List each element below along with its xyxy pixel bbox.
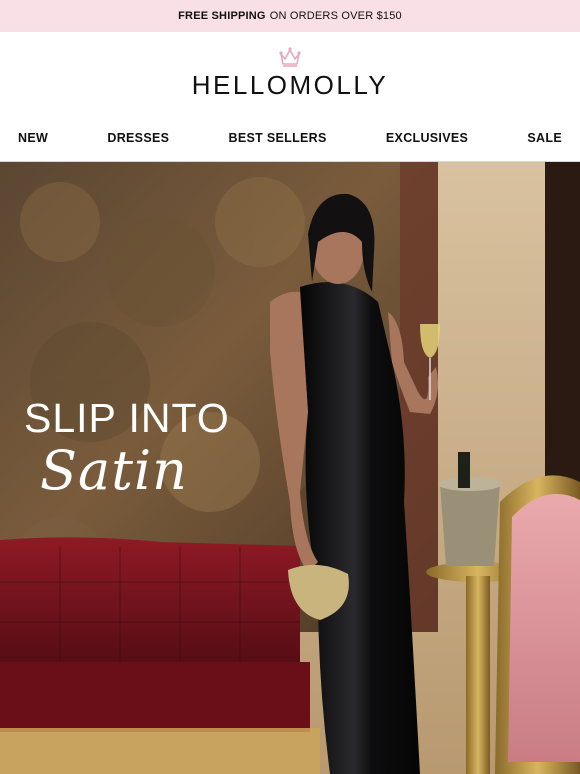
site-header: HELLOMOLLY: [0, 32, 580, 114]
nav-item-best-sellers[interactable]: BEST SELLERS: [229, 131, 327, 145]
promo-banner[interactable]: FREE SHIPPING ON ORDERS OVER $150: [0, 0, 580, 32]
nav-item-dresses[interactable]: DRESSES: [107, 131, 169, 145]
promo-bold-text: FREE SHIPPING: [178, 10, 266, 22]
hero-banner[interactable]: SLIP INTO Satin: [0, 162, 580, 774]
nav-item-new[interactable]: NEW: [18, 131, 48, 145]
crown-icon: [279, 46, 301, 67]
nav-item-sale[interactable]: SALE: [527, 131, 562, 145]
brand-logo[interactable]: HELLOMOLLY: [192, 70, 388, 101]
main-nav: NEW DRESSES BEST SELLERS EXCLUSIVES SALE: [0, 114, 580, 162]
hero-subheadline: Satin: [40, 439, 188, 502]
hero-headline: SLIP INTO: [24, 395, 230, 441]
nav-item-exclusives[interactable]: EXCLUSIVES: [386, 131, 468, 145]
promo-text: ON ORDERS OVER $150: [269, 10, 402, 22]
